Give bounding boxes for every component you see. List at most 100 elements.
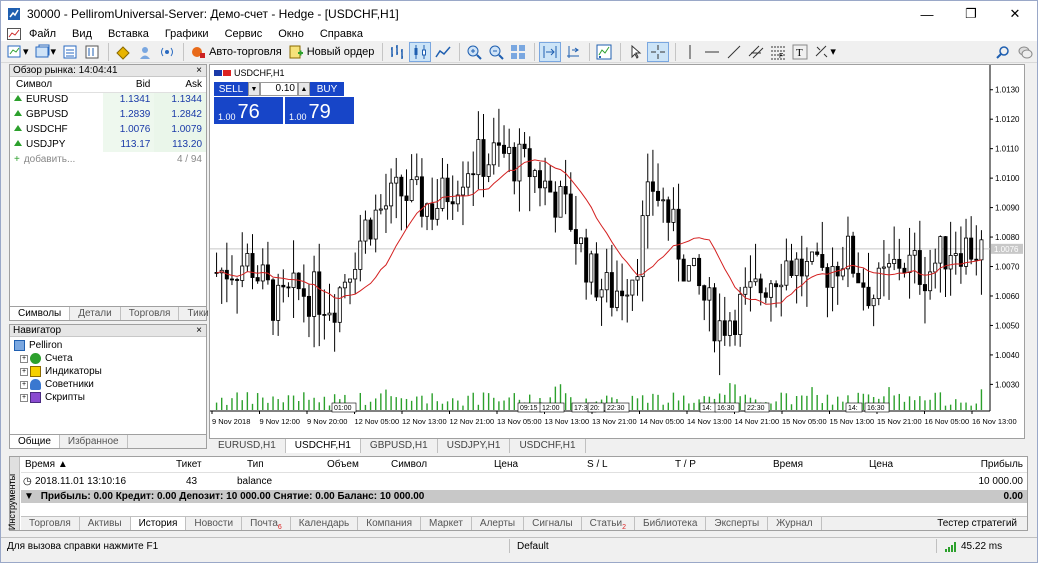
col-price2[interactable]: Цена: [869, 459, 893, 470]
tab-market[interactable]: Маркет: [421, 517, 472, 530]
sell-button[interactable]: SELL: [214, 82, 248, 96]
add-symbol-row[interactable]: + добавить... 4 / 94: [10, 152, 206, 167]
vertical-line-button[interactable]: [680, 42, 700, 62]
menu-help[interactable]: Справка: [312, 28, 371, 40]
col-symbol[interactable]: Символ: [391, 459, 427, 470]
expand-icon[interactable]: +: [20, 354, 28, 363]
connection-status[interactable]: 45.22 ms: [945, 541, 1002, 552]
col-ticket[interactable]: Тикет: [176, 459, 202, 470]
table-row[interactable]: EURUSD 1.1341 1.1344: [10, 92, 206, 107]
tab-journal[interactable]: Журнал: [768, 517, 822, 530]
data-window-button[interactable]: [82, 42, 102, 62]
col-type[interactable]: Тип: [247, 459, 264, 470]
menu-file[interactable]: Файл: [21, 28, 64, 40]
fibonacci-button[interactable]: F: [768, 42, 788, 62]
buy-price-button[interactable]: 1.00 79: [285, 97, 354, 124]
volume-input[interactable]: 0.10: [260, 82, 298, 96]
nav-root[interactable]: Pelliron: [14, 339, 202, 352]
search-button[interactable]: [993, 42, 1013, 62]
tab-company[interactable]: Компания: [358, 517, 422, 530]
col-price[interactable]: Цена: [494, 459, 518, 470]
equidistant-channel-button[interactable]: [746, 42, 766, 62]
chart-window[interactable]: 1.0130 1.0120 1.0110 1.0100 1.0090 1.0080 1.00…: [209, 64, 1025, 439]
chat-button[interactable]: [1015, 42, 1035, 62]
close-button[interactable]: ✕: [993, 1, 1037, 27]
horizontal-line-button[interactable]: [702, 42, 722, 62]
expand-icon[interactable]: +: [20, 380, 28, 389]
tab-trade[interactable]: Торговля: [21, 517, 80, 530]
expand-icon[interactable]: +: [20, 393, 28, 402]
tab-mailbox[interactable]: Почта6: [242, 517, 291, 531]
menu-window[interactable]: Окно: [270, 28, 312, 40]
collapse-icon[interactable]: ▼: [24, 491, 34, 502]
bar-chart-button[interactable]: [387, 42, 407, 62]
chart-tab[interactable]: USDJPY,H1: [438, 439, 511, 453]
table-row[interactable]: GBPUSD 1.2839 1.2842: [10, 107, 206, 122]
cursor-button[interactable]: [625, 42, 645, 62]
tab-experts[interactable]: Эксперты: [706, 517, 769, 530]
nav-item-indicators[interactable]: + Индикаторы: [14, 365, 202, 378]
menu-insert[interactable]: Вставка: [100, 28, 157, 40]
candlestick-button[interactable]: [409, 41, 432, 62]
maximize-button[interactable]: ❐: [949, 1, 993, 27]
zoom-in-button[interactable]: [464, 42, 484, 62]
new-order-button[interactable]: Новый ордер: [286, 42, 377, 62]
shapes-button[interactable]: ▾: [812, 42, 838, 62]
autoscroll-button[interactable]: [539, 41, 562, 62]
volume-up-button[interactable]: ▲: [298, 82, 310, 96]
navigator-button[interactable]: [113, 42, 133, 62]
col-sl[interactable]: S / L: [587, 459, 608, 470]
table-row[interactable]: USDCHF 1.0076 1.0079: [10, 122, 206, 137]
col-ask[interactable]: Ask: [154, 77, 206, 93]
chart-tab[interactable]: USDCHF,H1: [510, 439, 586, 453]
chart-tab[interactable]: EURUSD,H1: [209, 439, 286, 453]
col-symbol[interactable]: Символ: [10, 77, 103, 93]
col-time[interactable]: Время ▲: [25, 459, 68, 470]
tab-history[interactable]: История: [130, 517, 187, 530]
chart-shift-button[interactable]: [563, 42, 583, 62]
zoom-out-button[interactable]: [486, 42, 506, 62]
line-chart-button[interactable]: [433, 42, 453, 62]
menu-charts[interactable]: Графики: [157, 28, 217, 40]
tab-articles[interactable]: Статьи2: [582, 517, 635, 531]
signals-button[interactable]: [157, 42, 177, 62]
tab-common[interactable]: Общие: [10, 435, 60, 448]
expand-icon[interactable]: +: [20, 367, 28, 376]
sell-price-button[interactable]: 1.00 76: [214, 97, 283, 124]
chart-tab[interactable]: GBPUSD,H1: [361, 439, 438, 453]
col-tp[interactable]: T / P: [675, 459, 696, 470]
tab-library[interactable]: Библиотека: [635, 517, 707, 530]
tab-news[interactable]: Новости: [186, 517, 243, 530]
trendline-button[interactable]: [724, 42, 744, 62]
col-profit[interactable]: Прибыль: [981, 459, 1023, 470]
status-profile[interactable]: Default: [517, 541, 549, 552]
text-button[interactable]: T: [790, 42, 810, 62]
volume-down-button[interactable]: ▼: [248, 82, 260, 96]
col-time2[interactable]: Время: [773, 459, 803, 470]
buy-button[interactable]: BUY: [310, 82, 344, 96]
menu-view[interactable]: Вид: [64, 28, 100, 40]
crosshair-button[interactable]: [647, 41, 670, 62]
tile-windows-button[interactable]: [508, 42, 528, 62]
table-row[interactable]: USDJPY 113.17 113.20: [10, 137, 206, 152]
indicators-button[interactable]: [594, 42, 614, 62]
profiles-button[interactable]: ▾: [33, 42, 59, 62]
nav-item-scripts[interactable]: + Скрипты: [14, 391, 202, 404]
tab-signals[interactable]: Сигналы: [524, 517, 582, 530]
tab-calendar[interactable]: Календарь: [291, 517, 359, 530]
tab-details[interactable]: Детали: [70, 307, 121, 320]
tab-trading[interactable]: Торговля: [121, 307, 180, 320]
table-row[interactable]: ◷ 2018.11.01 13:10:16 43 balance 10 000.…: [21, 475, 1027, 489]
tab-favorites[interactable]: Избранное: [60, 435, 128, 448]
tab-symbols[interactable]: Символы: [10, 307, 71, 320]
chart-tab-active[interactable]: USDCHF,H1: [285, 439, 361, 453]
chart-doc-icon[interactable]: [7, 28, 21, 40]
minimize-button[interactable]: —: [905, 1, 949, 27]
strategy-tester-button[interactable]: Тестер стратегий: [937, 517, 1017, 530]
terminal-button[interactable]: [135, 42, 155, 62]
new-chart-button[interactable]: ▾: [5, 42, 31, 62]
col-volume[interactable]: Объем: [327, 459, 359, 470]
market-watch-button[interactable]: [60, 42, 80, 62]
panel-close-icon[interactable]: ×: [196, 325, 206, 336]
panel-close-icon[interactable]: ×: [196, 65, 206, 76]
